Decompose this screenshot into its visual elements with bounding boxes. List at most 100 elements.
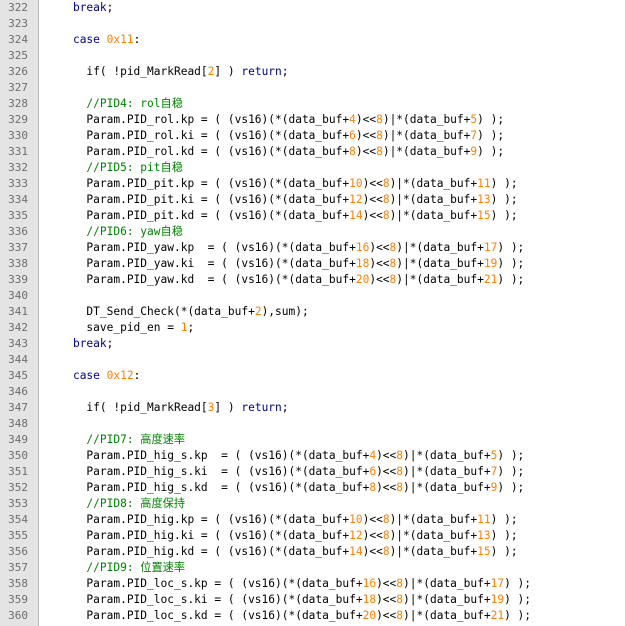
code-token: )<< [362,177,383,190]
code-line[interactable]: 356 Param.PID_hig.kd = ( (vs16)(*(data_b… [0,544,625,560]
code-text[interactable]: Param.PID_rol.kp = ( (vs16)(*(data_buf+4… [46,112,504,128]
code-line[interactable]: 357 //PID9: 位置速率 [0,560,625,576]
code-line[interactable]: 351 Param.PID_hig_s.ki = ( (vs16)(*(data… [0,464,625,480]
code-text[interactable]: Param.PID_yaw.kd = ( (vs16)(*(data_buf+2… [46,272,524,288]
code-line[interactable]: 345 case 0x12: [0,368,625,384]
code-line[interactable]: 323 [0,16,625,32]
code-text[interactable]: //PID5: pit自稳 [46,160,183,176]
code-text[interactable]: break; [46,0,113,16]
code-line[interactable]: 343 break; [0,336,625,352]
code-comment: //PID4: rol自稳 [86,97,183,110]
code-token: save_pid_en = [46,321,181,334]
code-text[interactable]: //PID6: yaw自稳 [46,224,182,240]
code-text[interactable]: Param.PID_loc_s.kp = ( (vs16)(*(data_buf… [46,576,531,592]
code-token: )<< [362,209,383,222]
code-text[interactable]: if( !pid_MarkRead[2] ) return; [46,64,288,80]
code-line[interactable]: 347 if( !pid_MarkRead[3] ) return; [0,400,625,416]
code-line[interactable]: 328 //PID4: rol自稳 [0,96,625,112]
code-text[interactable]: break; [46,336,113,352]
code-line[interactable]: 325 [0,48,625,64]
code-text[interactable]: Param.PID_hig_s.ki = ( (vs16)(*(data_buf… [46,464,524,480]
code-line[interactable]: 342 save_pid_en = 1; [0,320,625,336]
code-text[interactable]: //PID9: 位置速率 [46,560,185,576]
line-number: 360 [8,609,28,622]
code-text[interactable]: Param.PID_loc_s.ki = ( (vs16)(*(data_buf… [46,592,531,608]
code-comment: //PID5: pit自稳 [86,161,183,174]
code-text[interactable]: Param.PID_pit.kp = ( (vs16)(*(data_buf+1… [46,176,517,192]
code-line[interactable]: 340 [0,288,625,304]
code-token: Param.PID_loc_s.kp = ( (vs16)(*(data_buf… [46,577,363,590]
line-number: 328 [8,97,28,110]
code-line[interactable]: 333 Param.PID_pit.kp = ( (vs16)(*(data_b… [0,176,625,192]
code-line[interactable]: 352 Param.PID_hig_s.kd = ( (vs16)(*(data… [0,480,625,496]
code-line[interactable]: 326 if( !pid_MarkRead[2] ) return; [0,64,625,80]
code-token: )<< [376,481,397,494]
code-token: ] ) [214,65,242,78]
code-text[interactable]: Param.PID_loc_s.kd = ( (vs16)(*(data_buf… [46,608,531,624]
line-number: 357 [8,561,28,574]
line-number: 350 [8,449,28,462]
code-text[interactable]: Param.PID_yaw.ki = ( (vs16)(*(data_buf+1… [46,256,524,272]
code-lines[interactable]: 322 break; 323 324 case 0x11: 325 326 if( !p… [0,0,625,624]
code-text[interactable]: DT_Send_Check(*(data_buf+2),sum); [46,304,308,320]
code-token: Param.PID_rol.kd = ( (vs16)(*(data_buf+ [46,145,350,158]
code-text[interactable]: Param.PID_hig.ki = ( (vs16)(*(data_buf+1… [46,528,517,544]
code-line[interactable]: 354 Param.PID_hig.kp = ( (vs16)(*(data_b… [0,512,625,528]
code-token: Param.PID_rol.ki = ( (vs16)(*(data_buf+ [46,129,350,142]
code-token: Param.PID_pit.kd = ( (vs16)(*(data_buf+ [46,209,350,222]
code-line[interactable]: 348 [0,416,625,432]
code-token: : [133,33,141,46]
code-text[interactable]: if( !pid_MarkRead[3] ) return; [46,400,288,416]
code-line[interactable]: 344 [0,352,625,368]
code-text[interactable]: Param.PID_hig.kd = ( (vs16)(*(data_buf+1… [46,544,517,560]
code-number: 10 [349,513,363,526]
code-line[interactable]: 330 Param.PID_rol.ki = ( (vs16)(*(data_b… [0,128,625,144]
code-line[interactable]: 332 //PID5: pit自稳 [0,160,625,176]
code-number: 18 [355,257,370,270]
code-line[interactable]: 353 //PID8: 高度保持 [0,496,625,512]
code-token: ; [106,1,114,14]
code-text[interactable]: case 0x11: [46,32,140,48]
code-text[interactable]: //PID7: 高度速率 [46,432,185,448]
code-line[interactable]: 349 //PID7: 高度速率 [0,432,625,448]
code-editor[interactable]: 322 break; 323 324 case 0x11: 325 326 if( !p… [0,0,625,626]
code-text[interactable]: Param.PID_pit.ki = ( (vs16)(*(data_buf+1… [46,192,517,208]
code-text[interactable]: Param.PID_hig_s.kp = ( (vs16)(*(data_buf… [46,448,524,464]
code-line[interactable]: 337 Param.PID_yaw.kp = ( (vs16)(*(data_b… [0,240,625,256]
code-line[interactable]: 322 break; [0,0,625,16]
code-text[interactable]: Param.PID_rol.kd = ( (vs16)(*(data_buf+8… [46,144,504,160]
code-line[interactable]: 360 Param.PID_loc_s.kd = ( (vs16)(*(data… [0,608,625,624]
code-text[interactable]: //PID4: rol自稳 [46,96,183,112]
code-line[interactable]: 329 Param.PID_rol.kp = ( (vs16)(*(data_b… [0,112,625,128]
code-line[interactable]: 358 Param.PID_loc_s.kp = ( (vs16)(*(data… [0,576,625,592]
code-line[interactable]: 339 Param.PID_yaw.kd = ( (vs16)(*(data_b… [0,272,625,288]
code-line[interactable]: 346 [0,384,625,400]
code-text[interactable]: Param.PID_hig.kp = ( (vs16)(*(data_buf+1… [46,512,517,528]
code-text[interactable]: case 0x12: [46,368,140,384]
code-line[interactable]: 338 Param.PID_yaw.ki = ( (vs16)(*(data_b… [0,256,625,272]
code-token: ) ); [497,465,525,478]
code-text[interactable]: //PID8: 高度保持 [46,496,185,512]
code-text[interactable]: Param.PID_hig_s.kd = ( (vs16)(*(data_buf… [46,480,524,496]
code-text[interactable]: Param.PID_pit.kd = ( (vs16)(*(data_buf+1… [46,208,517,224]
code-text[interactable]: Param.PID_rol.ki = ( (vs16)(*(data_buf+6… [46,128,504,144]
code-text[interactable]: Param.PID_yaw.kp = ( (vs16)(*(data_buf+1… [46,240,524,256]
code-line[interactable]: 355 Param.PID_hig.ki = ( (vs16)(*(data_b… [0,528,625,544]
code-line[interactable]: 327 [0,80,625,96]
code-keyword: return [241,65,282,78]
code-number: 16 [362,577,377,590]
line-number: 333 [8,177,28,190]
code-line[interactable]: 359 Param.PID_loc_s.ki = ( (vs16)(*(data… [0,592,625,608]
code-text[interactable]: save_pid_en = 1; [46,320,194,336]
code-line[interactable]: 335 Param.PID_pit.kd = ( (vs16)(*(data_b… [0,208,625,224]
code-line[interactable]: 336 //PID6: yaw自稳 [0,224,625,240]
code-token: DT_Send_Check(*(data_buf+ [46,305,255,318]
code-line[interactable]: 341 DT_Send_Check(*(data_buf+2),sum); [0,304,625,320]
code-line[interactable]: 324 case 0x11: [0,32,625,48]
code-line[interactable]: 334 Param.PID_pit.ki = ( (vs16)(*(data_b… [0,192,625,208]
code-line[interactable]: 350 Param.PID_hig_s.kp = ( (vs16)(*(data… [0,448,625,464]
code-line[interactable]: 331 Param.PID_rol.kd = ( (vs16)(*(data_b… [0,144,625,160]
